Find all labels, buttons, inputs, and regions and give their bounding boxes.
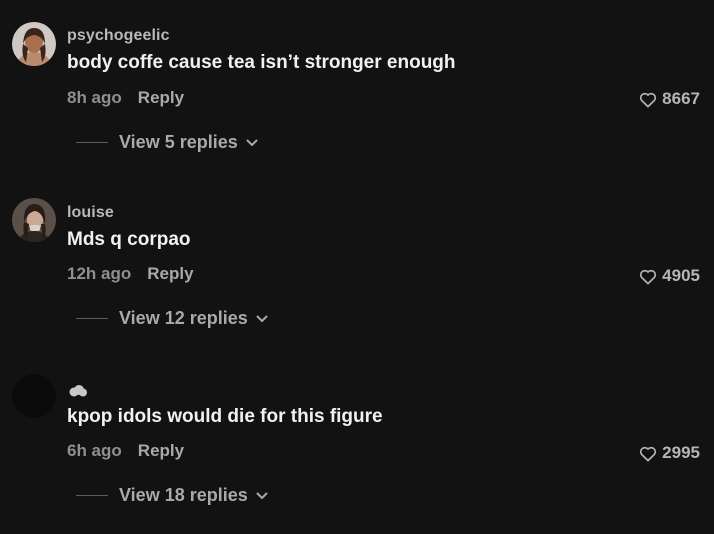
- reply-button[interactable]: Reply: [138, 441, 184, 461]
- chevron-down-icon: [256, 492, 268, 500]
- view-replies-button[interactable]: View 18 replies: [76, 485, 268, 506]
- view-replies-label: View 12 replies: [119, 308, 248, 328]
- comment-meta: 8h ago Reply: [67, 88, 184, 108]
- replies-divider: [76, 142, 108, 143]
- chevron-down-icon: [256, 315, 268, 323]
- like-button[interactable]: 2995: [639, 443, 700, 463]
- comment-text: body coffe cause tea isn’t stronger enou…: [67, 52, 456, 73]
- heart-icon: [640, 269, 657, 284]
- avatar-image: [12, 198, 56, 242]
- heart-icon: [640, 92, 657, 107]
- username[interactable]: psychogeelic: [67, 27, 170, 45]
- comment-item: kpop idols would die for this figure 6h …: [0, 374, 714, 534]
- view-replies-button[interactable]: View 5 replies: [76, 132, 258, 153]
- avatar[interactable]: [12, 374, 56, 418]
- avatar-image: [12, 374, 56, 418]
- reply-button[interactable]: Reply: [138, 88, 184, 108]
- replies-divider: [76, 495, 108, 496]
- avatar[interactable]: [12, 198, 56, 242]
- view-replies-label: View 18 replies: [119, 485, 248, 505]
- reply-button[interactable]: Reply: [147, 264, 193, 284]
- heart-icon: [640, 446, 657, 461]
- comment-meta: 12h ago Reply: [67, 264, 194, 284]
- timestamp: 12h ago: [67, 264, 132, 283]
- like-button[interactable]: 8667: [639, 89, 700, 109]
- comment-meta: 6h ago Reply: [67, 441, 184, 461]
- cloud-icon: [68, 384, 88, 402]
- view-replies-label: View 5 replies: [119, 132, 238, 152]
- avatar-image: [12, 22, 56, 66]
- username[interactable]: louise: [67, 204, 114, 222]
- comment-item: louise Mds q corpao 12h ago Reply 4905 V…: [0, 198, 714, 368]
- like-count: 2995: [662, 443, 700, 462]
- timestamp: 6h ago: [67, 441, 122, 460]
- comment-text: Mds q corpao: [67, 229, 191, 250]
- chevron-down-icon: [246, 139, 258, 147]
- like-button[interactable]: 4905: [639, 266, 700, 286]
- comment-item: psychogeelic body coffe cause tea isn’t …: [0, 22, 714, 192]
- view-replies-button[interactable]: View 12 replies: [76, 308, 268, 329]
- timestamp: 8h ago: [67, 88, 122, 107]
- replies-divider: [76, 318, 108, 319]
- comment-list: psychogeelic body coffe cause tea isn’t …: [0, 0, 714, 534]
- like-count: 8667: [662, 89, 700, 108]
- avatar[interactable]: [12, 22, 56, 66]
- like-count: 4905: [662, 266, 700, 285]
- comment-text: kpop idols would die for this figure: [67, 406, 383, 427]
